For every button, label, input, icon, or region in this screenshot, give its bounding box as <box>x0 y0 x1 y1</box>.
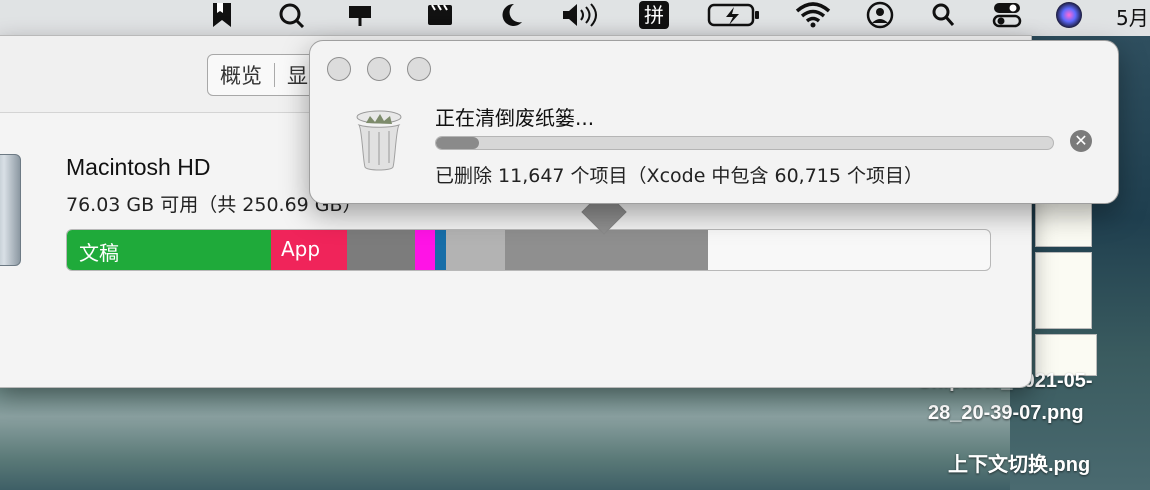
desktop-file-label[interactable]: 上下文切换.png <box>948 448 1090 477</box>
deletion-status: 已删除 11,647 个项目（Xcode 中包含 60,715 个项目） <box>435 165 923 187</box>
progress-fill <box>436 137 480 149</box>
empty-trash-progress-bar <box>435 136 1054 150</box>
window-zoom-button[interactable] <box>407 57 431 81</box>
siri-icon[interactable] <box>1054 0 1084 30</box>
storage-segment-label: App <box>281 237 321 261</box>
empty-trash-popover: 正在清倒废纸篓... ✕ 已删除 11,647 个项目（Xcode 中包含 60… <box>309 40 1119 204</box>
cancel-icon[interactable]: ✕ <box>1070 130 1092 152</box>
battery-charging-icon[interactable] <box>706 0 762 30</box>
window-close-button[interactable] <box>327 57 351 81</box>
storage-segment-apps[interactable]: App <box>271 230 347 270</box>
storage-segment-label: 文稿 <box>79 241 119 265</box>
menu-bar: 拼 5月 <box>0 0 1150 36</box>
storage-segment-other-3[interactable] <box>435 230 446 270</box>
storage-segment-other-2[interactable] <box>415 230 435 270</box>
notes-pin-icon[interactable] <box>342 0 378 30</box>
desktop-file-label[interactable]: 28_20-39-07.png <box>928 402 1084 425</box>
wifi-icon[interactable] <box>794 0 832 30</box>
volume-icon[interactable] <box>560 0 600 30</box>
storage-segment-other-4[interactable] <box>446 230 505 270</box>
window-minimize-button[interactable] <box>367 57 391 81</box>
magnifier-note-icon[interactable] <box>276 0 308 30</box>
moon-icon[interactable] <box>496 0 528 30</box>
disk-name: Macintosh HD <box>66 154 211 180</box>
bookmark-icon[interactable] <box>206 0 238 30</box>
storage-segment-other-1[interactable] <box>347 230 415 270</box>
control-center-icon[interactable] <box>990 0 1024 30</box>
desktop-file-thumbnail[interactable] <box>1035 252 1092 329</box>
hard-disk-icon <box>0 154 21 266</box>
tab-overview[interactable]: 概览 <box>208 60 274 90</box>
storage-segment-system[interactable] <box>505 230 708 270</box>
storage-usage-bar: 文稿 App <box>66 229 991 271</box>
clapper-icon[interactable] <box>422 0 458 30</box>
storage-segment-documents[interactable]: 文稿 <box>67 230 271 270</box>
input-method-icon[interactable]: 拼 <box>638 0 670 30</box>
menubar-date[interactable]: 5月 <box>1116 2 1149 31</box>
trash-icon <box>356 110 402 171</box>
user-account-icon[interactable] <box>864 0 896 30</box>
popover-title: 正在清倒废纸篓... <box>435 106 595 130</box>
spotlight-search-icon[interactable] <box>928 0 958 30</box>
